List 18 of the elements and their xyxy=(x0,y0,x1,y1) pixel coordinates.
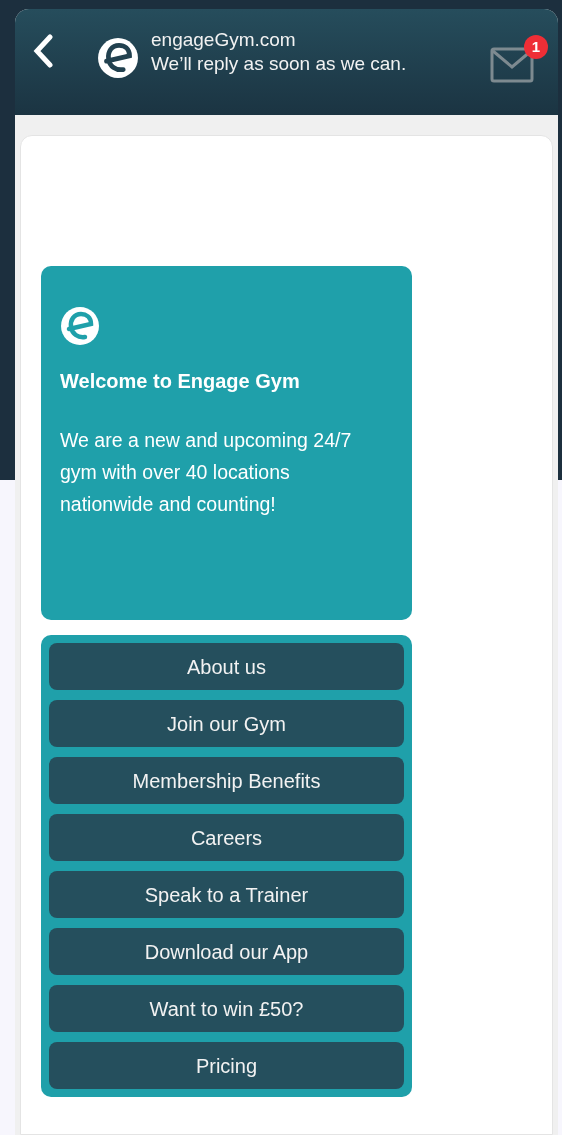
unread-badge: 1 xyxy=(524,35,548,59)
menu-button[interactable]: Want to win £50? xyxy=(49,985,404,1032)
menu-button[interactable]: About us xyxy=(49,643,404,690)
mail-button[interactable]: 1 xyxy=(490,35,548,83)
welcome-title: Welcome to Engage Gym xyxy=(60,369,301,394)
header-title: engageGym.com xyxy=(151,28,297,52)
menu-button[interactable]: Speak to a Trainer xyxy=(49,871,404,918)
header-subtitle: We’ll reply as soon as we can. xyxy=(151,52,407,76)
logo-icon xyxy=(97,37,139,79)
menu-button[interactable]: Membership Benefits xyxy=(49,757,404,804)
back-icon xyxy=(32,34,54,68)
logo-icon xyxy=(60,306,100,346)
menu-button[interactable]: Pricing xyxy=(49,1042,404,1089)
welcome-text: We are a new and upcoming 24/7 gym with over 40 locations nationwide and counting! xyxy=(60,428,353,517)
menu-button[interactable]: Download our App xyxy=(49,928,404,975)
mail-icon xyxy=(490,47,534,83)
menu-button[interactable]: Careers xyxy=(49,814,404,861)
menu-button[interactable]: Join our Gym xyxy=(49,700,404,747)
